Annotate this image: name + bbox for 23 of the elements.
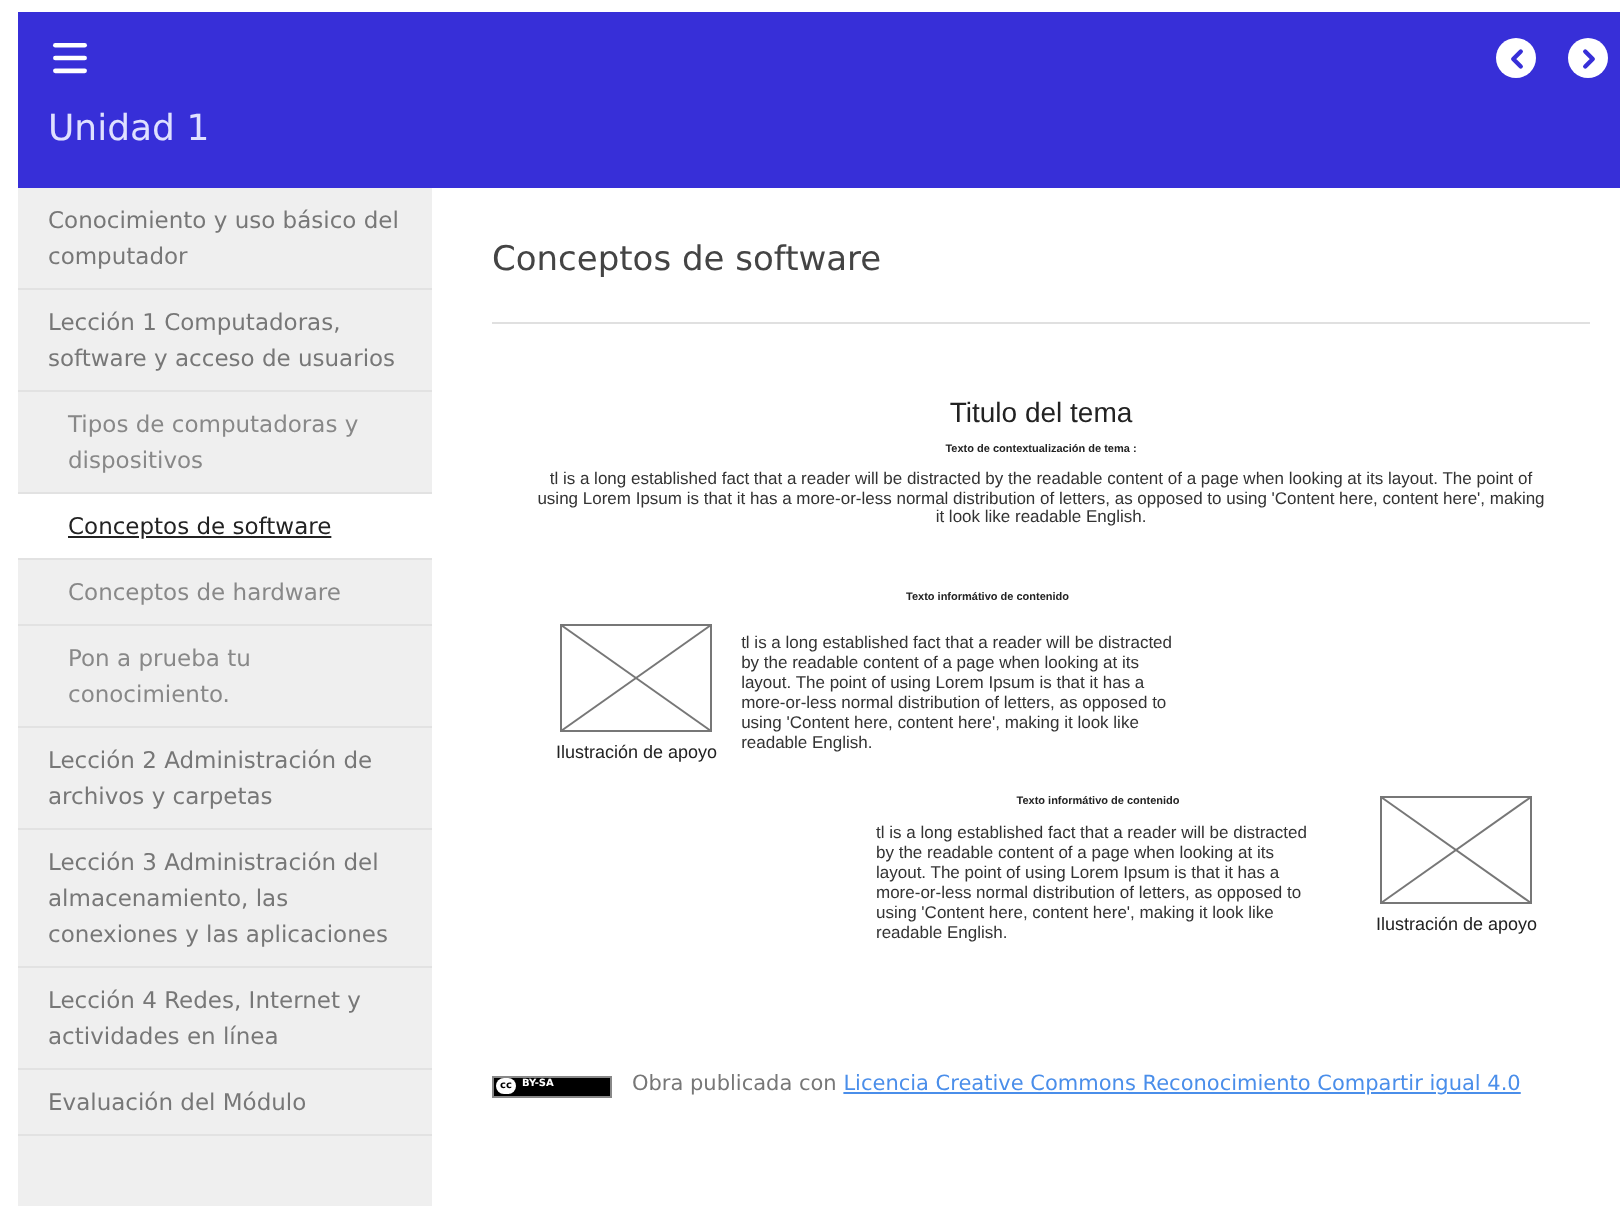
sidebar-item[interactable]: Lección 3 Administración del almacenamiento, las conexiones y las aplicaciones <box>18 830 432 968</box>
image-caption: Ilustración de apoyo <box>556 739 718 766</box>
unit-title: Unidad 1 <box>48 108 212 152</box>
previous-icon[interactable] <box>1496 38 1536 78</box>
license-link[interactable]: Licencia Creative Commons Reconocimiento Compartir igual 4.0 <box>843 1072 1521 1097</box>
sidebar-item[interactable]: Lección 2 Administración de archivos y carpetas <box>18 728 432 830</box>
sidebar-item[interactable]: Evaluación del Módulo <box>18 1070 432 1136</box>
document-title: Titulo del tema <box>949 394 1133 432</box>
section-paragraph: tl is a long established fact that a reader will be distracted by the readable content of a page when looking at its layout. The point of using Lorem Ipsum is that it has a more-or-less normal distribution of letters, as opposed to using 'Content here, content here', making it look like readable English. <box>741 631 1175 752</box>
sidebar-item[interactable]: Conceptos de hardware <box>18 560 432 626</box>
sidebar-item[interactable]: Conceptos de software <box>18 494 432 560</box>
sidebar-item[interactable]: Lección 4 Redes, Internet y actividades en línea <box>18 968 432 1070</box>
sidebar-item[interactable]: Pon a prueba tu conocimiento. <box>18 626 432 728</box>
license-text: Obra publicada con Licencia Creative Commons Reconocimiento Compartir igual 4.0 <box>632 1070 1521 1101</box>
image-placeholder-icon <box>560 623 713 732</box>
image-placeholder-icon <box>1380 796 1533 905</box>
next-icon[interactable] <box>1568 38 1608 78</box>
section-paragraph: tl is a long established fact that a reader will be distracted by the readable content of a page when looking at its layout. The point of using Lorem Ipsum is that it has a more-or-less normal distribution of letters, as opposed to using 'Content here, content here', making it look like readable English. <box>876 821 1309 941</box>
sidebar-item[interactable]: Lección 1 Computadoras, software y acceso de usuarios <box>18 290 432 392</box>
page-title: Conceptos de software <box>492 238 884 282</box>
sidebar-item[interactable]: Conocimiento y uso básico del computador <box>18 188 432 290</box>
image-caption: Ilustración de apoyo <box>1376 912 1538 939</box>
intro-paragraph: tl is a long established fact that a reader will be distracted by the readable content of a page when looking at its layout. The point of using Lorem Ipsum is that it has a more-or-less normal distribution of letters, as opposed to using 'Content here, content here', making it look like readable English. <box>535 470 1547 528</box>
